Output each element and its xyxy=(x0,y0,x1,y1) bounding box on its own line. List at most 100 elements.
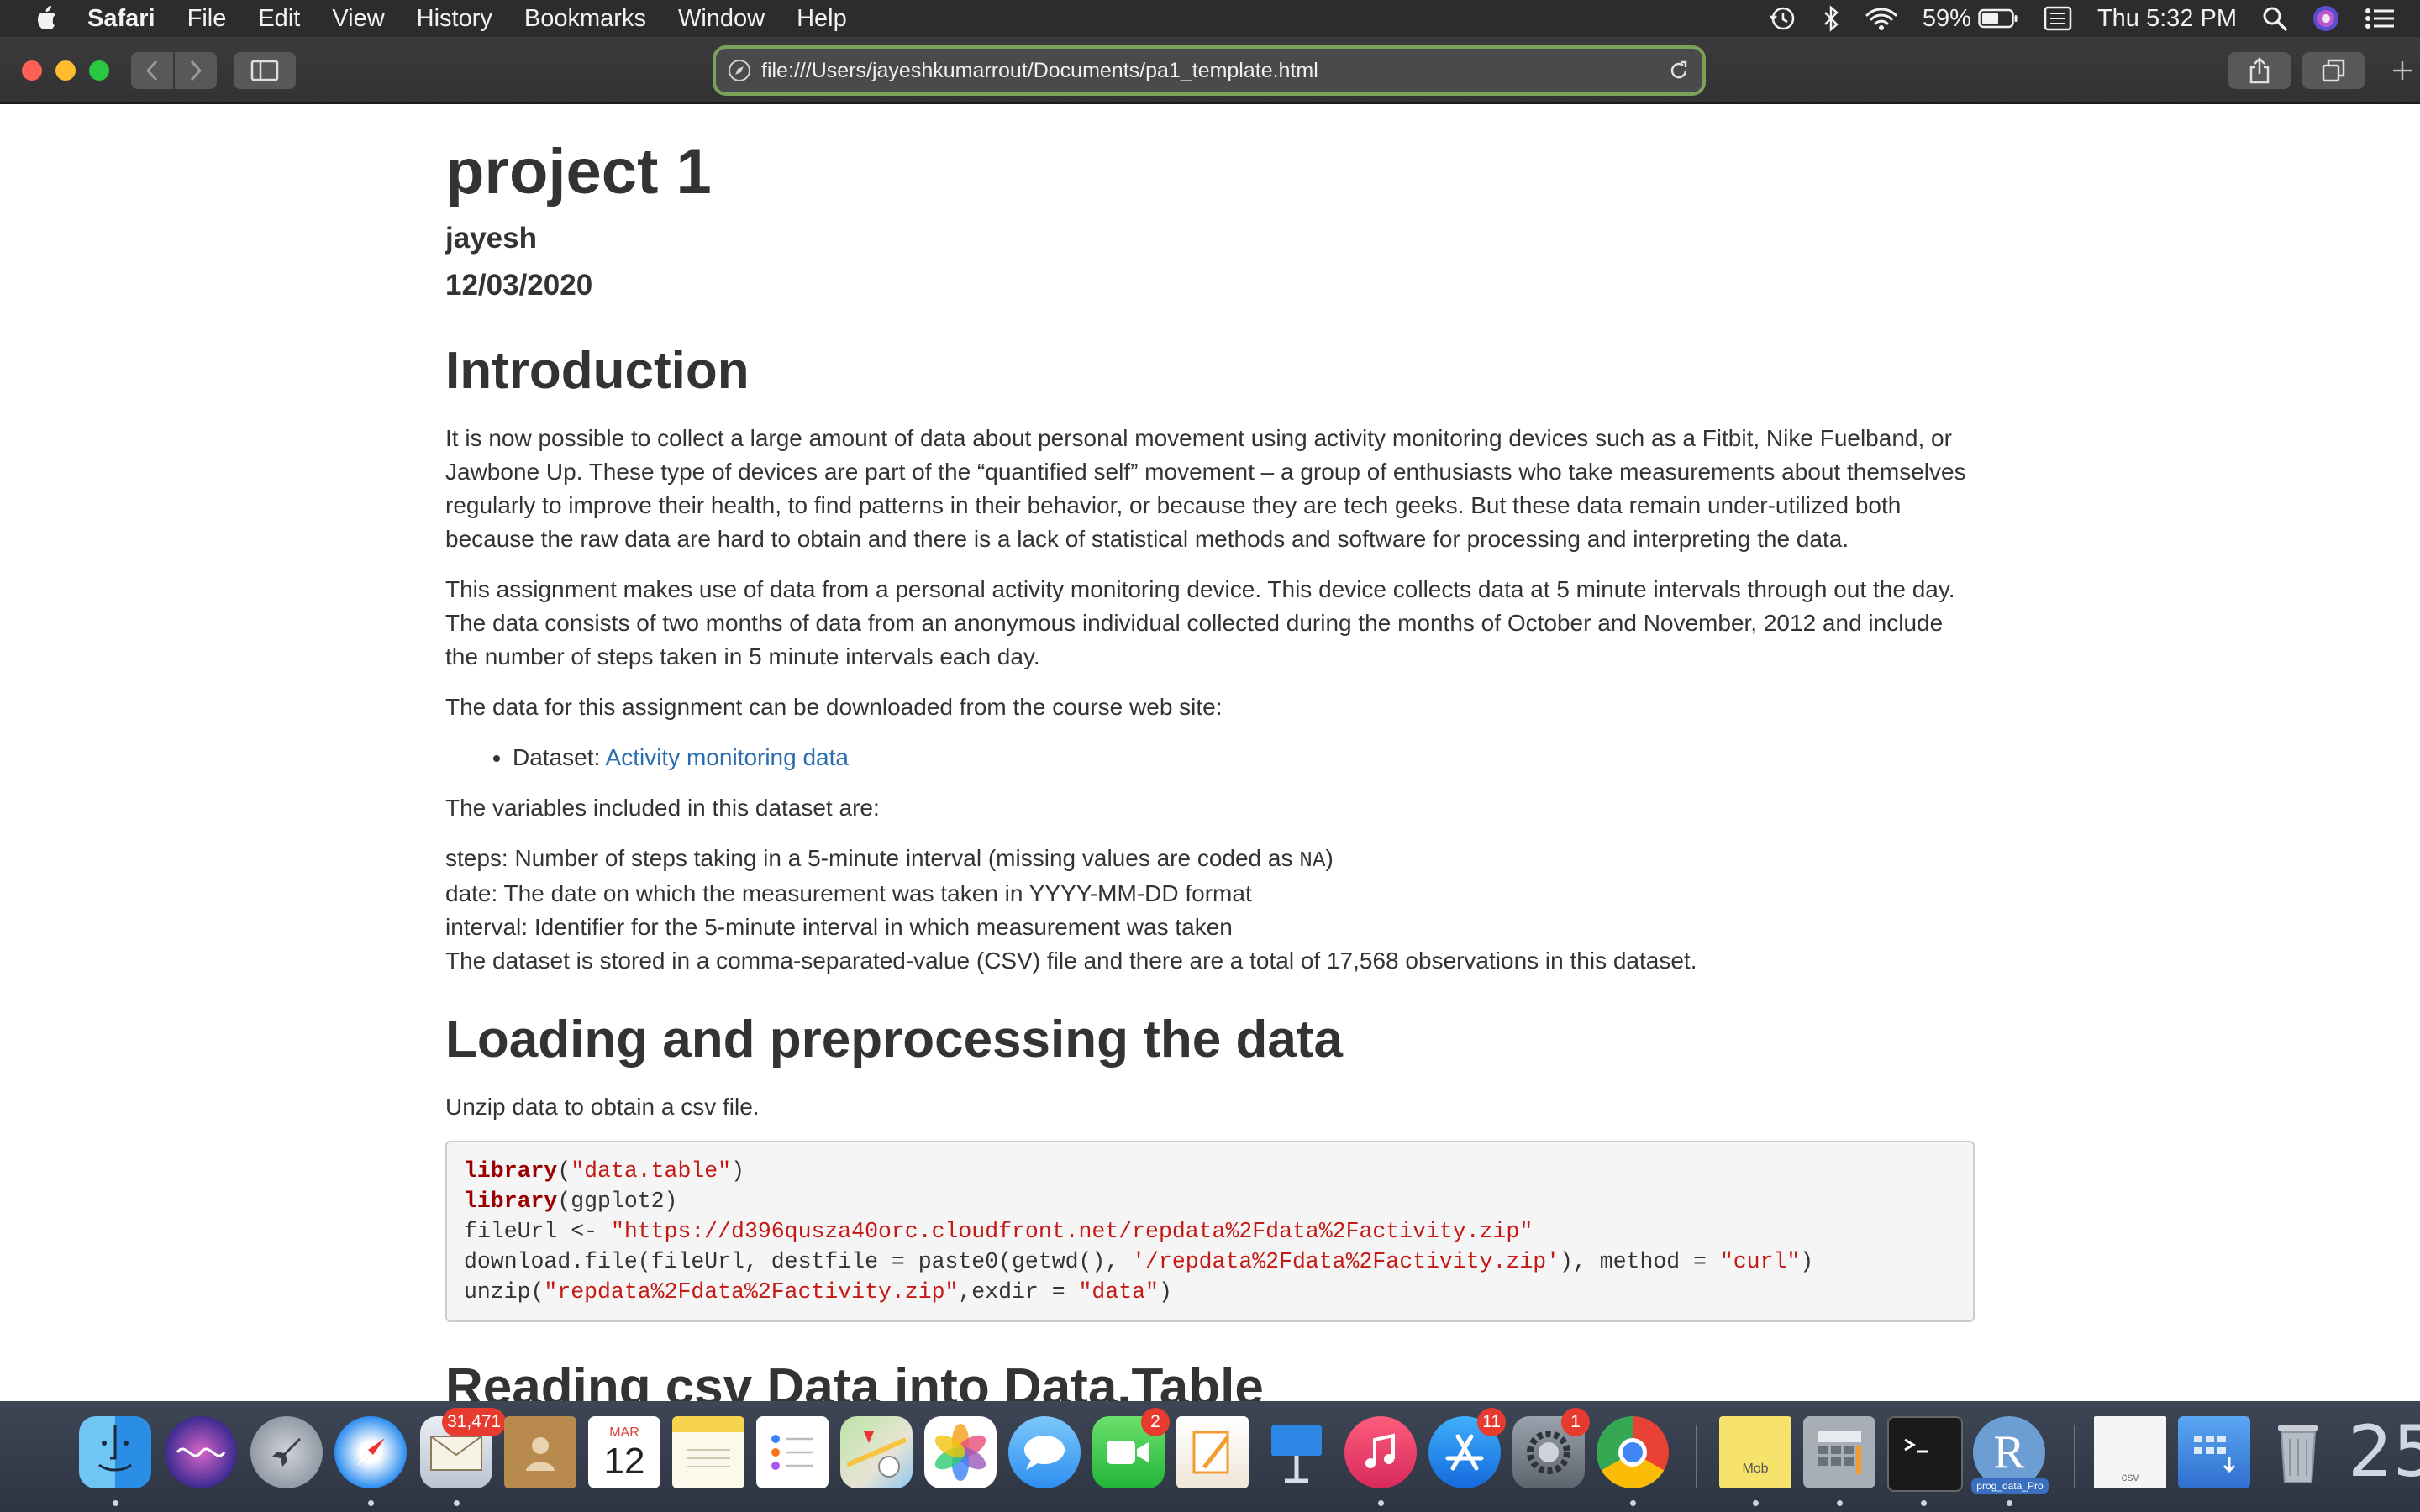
window-fullscreen-button[interactable] xyxy=(89,60,109,81)
window-close-button[interactable] xyxy=(22,60,42,81)
stickies-text: Mob xyxy=(1742,1462,1769,1476)
facetime-badge: 2 xyxy=(1141,1408,1170,1436)
code-text: fileUrl <- xyxy=(464,1219,611,1244)
code-line: download.file(fileUrl, destfile = paste0… xyxy=(464,1247,1956,1277)
new-tab-button[interactable] xyxy=(2385,52,2420,89)
rstudio-letter: R xyxy=(1993,1426,2025,1478)
dock-keynote-icon[interactable] xyxy=(1260,1416,1333,1488)
menubar-clock[interactable]: Thu 5:32 PM xyxy=(2097,5,2237,33)
dataset-link[interactable]: Activity monitoring data xyxy=(606,744,849,770)
dock-calendar-icon[interactable]: MAR 12 xyxy=(588,1416,660,1488)
variables-intro: The variables included in this dataset a… xyxy=(445,795,880,821)
code-text: ) xyxy=(731,1158,744,1184)
chevron-left-icon xyxy=(145,60,158,81)
code-string: "https://d396qusza40orc.cloudfront.net/r… xyxy=(610,1219,1534,1244)
dock-contacts-icon[interactable] xyxy=(504,1416,576,1488)
show-tabs-button[interactable] xyxy=(2302,52,2365,89)
dock-running-indicator xyxy=(113,1500,118,1506)
variable-steps-close: ) xyxy=(1325,845,1334,871)
heading-introduction: Introduction xyxy=(445,342,750,400)
battery-percentage[interactable]: 59% xyxy=(1923,5,1971,33)
dock-safari-icon[interactable] xyxy=(334,1416,407,1488)
share-icon xyxy=(2249,57,2270,84)
code-text: download.file(fileUrl, destfile = paste0… xyxy=(464,1249,1133,1274)
dock-running-indicator xyxy=(1837,1500,1843,1506)
dock-photos-icon[interactable] xyxy=(924,1416,997,1488)
menu-window[interactable]: Window xyxy=(678,0,765,37)
reload-icon[interactable] xyxy=(1667,59,1691,82)
menu-app-safari[interactable]: Safari xyxy=(87,0,155,37)
na-code: NA xyxy=(1299,848,1326,873)
rstudio-caption: prog_data_Pro xyxy=(1971,1478,2049,1494)
bluetooth-icon[interactable] xyxy=(1822,4,1840,33)
window-minimize-button[interactable] xyxy=(55,60,76,81)
address-url[interactable]: file:///Users/jayeshkumarrout/Documents/… xyxy=(761,59,1318,83)
dock-stickies-icon[interactable]: Mob xyxy=(1719,1416,1791,1488)
dock-running-indicator xyxy=(368,1500,374,1506)
wifi-icon[interactable] xyxy=(1865,6,1897,31)
notification-center-icon[interactable] xyxy=(2365,6,2395,31)
menu-help[interactable]: Help xyxy=(797,0,847,37)
dock-notes-icon[interactable] xyxy=(672,1416,744,1488)
dock-running-indicator xyxy=(2007,1500,2012,1506)
menu-edit[interactable]: Edit xyxy=(258,0,300,37)
share-button[interactable] xyxy=(2228,52,2291,89)
menu-file[interactable]: File xyxy=(187,0,227,37)
dock-launchpad-icon[interactable] xyxy=(250,1416,323,1488)
menu-bookmarks[interactable]: Bookmarks xyxy=(524,0,646,37)
address-bar[interactable]: file:///Users/jayeshkumarrout/Documents/… xyxy=(716,49,1702,92)
system-preferences-badge: 1 xyxy=(1561,1408,1590,1436)
siri-icon[interactable] xyxy=(2312,5,2339,32)
dock-music-icon[interactable] xyxy=(1344,1416,1417,1488)
sidebar-icon xyxy=(250,60,279,81)
web-page: project 1 jayesh 12/03/2020 Introduction… xyxy=(0,104,2420,1401)
dock-finder-icon[interactable] xyxy=(79,1416,151,1488)
code-text: ) xyxy=(1800,1249,1814,1274)
input-source-icon[interactable] xyxy=(2044,6,2072,31)
battery-icon[interactable] xyxy=(1978,8,2018,29)
variable-steps-text: steps: Number of steps taking in a 5-min… xyxy=(445,845,1300,871)
dock-pages-icon[interactable] xyxy=(1176,1416,1249,1488)
dock-siri-icon[interactable] xyxy=(165,1416,237,1488)
dataset-storage-note: The dataset is stored in a comma-separat… xyxy=(445,948,1697,974)
plus-icon xyxy=(2393,61,2412,80)
variable-steps: steps: Number of steps taking in a 5-min… xyxy=(445,842,1975,877)
dock-terminal-icon[interactable] xyxy=(1887,1416,1963,1492)
app-store-badge: 11 xyxy=(1477,1408,1506,1436)
dock-downloads-icon[interactable] xyxy=(2178,1416,2250,1488)
code-line: fileUrl <- "https://d396qusza40orc.cloud… xyxy=(464,1216,1956,1247)
sidebar-toggle-button[interactable] xyxy=(234,52,296,89)
code-text: ) xyxy=(1158,1279,1172,1305)
dock-chrome-icon[interactable] xyxy=(1597,1416,1669,1488)
back-button[interactable] xyxy=(131,52,173,89)
code-line: library(ggplot2) xyxy=(464,1186,1956,1216)
dock-csv-document-icon[interactable]: csv xyxy=(2094,1416,2166,1488)
dock-reminders-icon[interactable] xyxy=(756,1416,829,1488)
tabs-icon xyxy=(2322,59,2345,82)
dock-messages-icon[interactable] xyxy=(1008,1416,1081,1488)
menu-history[interactable]: History xyxy=(417,0,492,37)
spotlight-icon[interactable] xyxy=(2262,6,2287,31)
code-block[interactable]: library("data.table") library(ggplot2) fil… xyxy=(445,1141,1975,1322)
browser-toolbar: file:///Users/jayeshkumarrout/Documents/… xyxy=(0,37,2420,104)
forward-button[interactable] xyxy=(175,52,217,89)
dock-running-indicator xyxy=(1378,1500,1384,1506)
time-machine-icon[interactable] xyxy=(1768,4,1797,33)
chevron-right-icon xyxy=(190,60,203,81)
menu-bar: Safari File Edit View History Bookmarks … xyxy=(0,0,2420,37)
menu-view[interactable]: View xyxy=(332,0,384,37)
code-keyword: library xyxy=(464,1158,558,1184)
dock-separator xyxy=(2074,1425,2075,1488)
dock-calculator-icon[interactable] xyxy=(1803,1416,1876,1488)
document-author: jayesh xyxy=(445,222,537,255)
compass-icon xyxy=(729,60,750,81)
code-text: (ggplot2) xyxy=(557,1189,678,1214)
dock-separator xyxy=(1696,1425,1697,1488)
code-string: "data.table" xyxy=(571,1158,732,1184)
dock-running-indicator xyxy=(454,1500,460,1506)
dataset-label: Dataset: xyxy=(513,744,606,770)
desktop-clock-digits: 25 xyxy=(2348,1410,2420,1493)
apple-menu-icon[interactable] xyxy=(34,4,62,33)
dock-trash-icon[interactable] xyxy=(2262,1416,2334,1488)
dock-maps-icon[interactable] xyxy=(840,1416,913,1488)
